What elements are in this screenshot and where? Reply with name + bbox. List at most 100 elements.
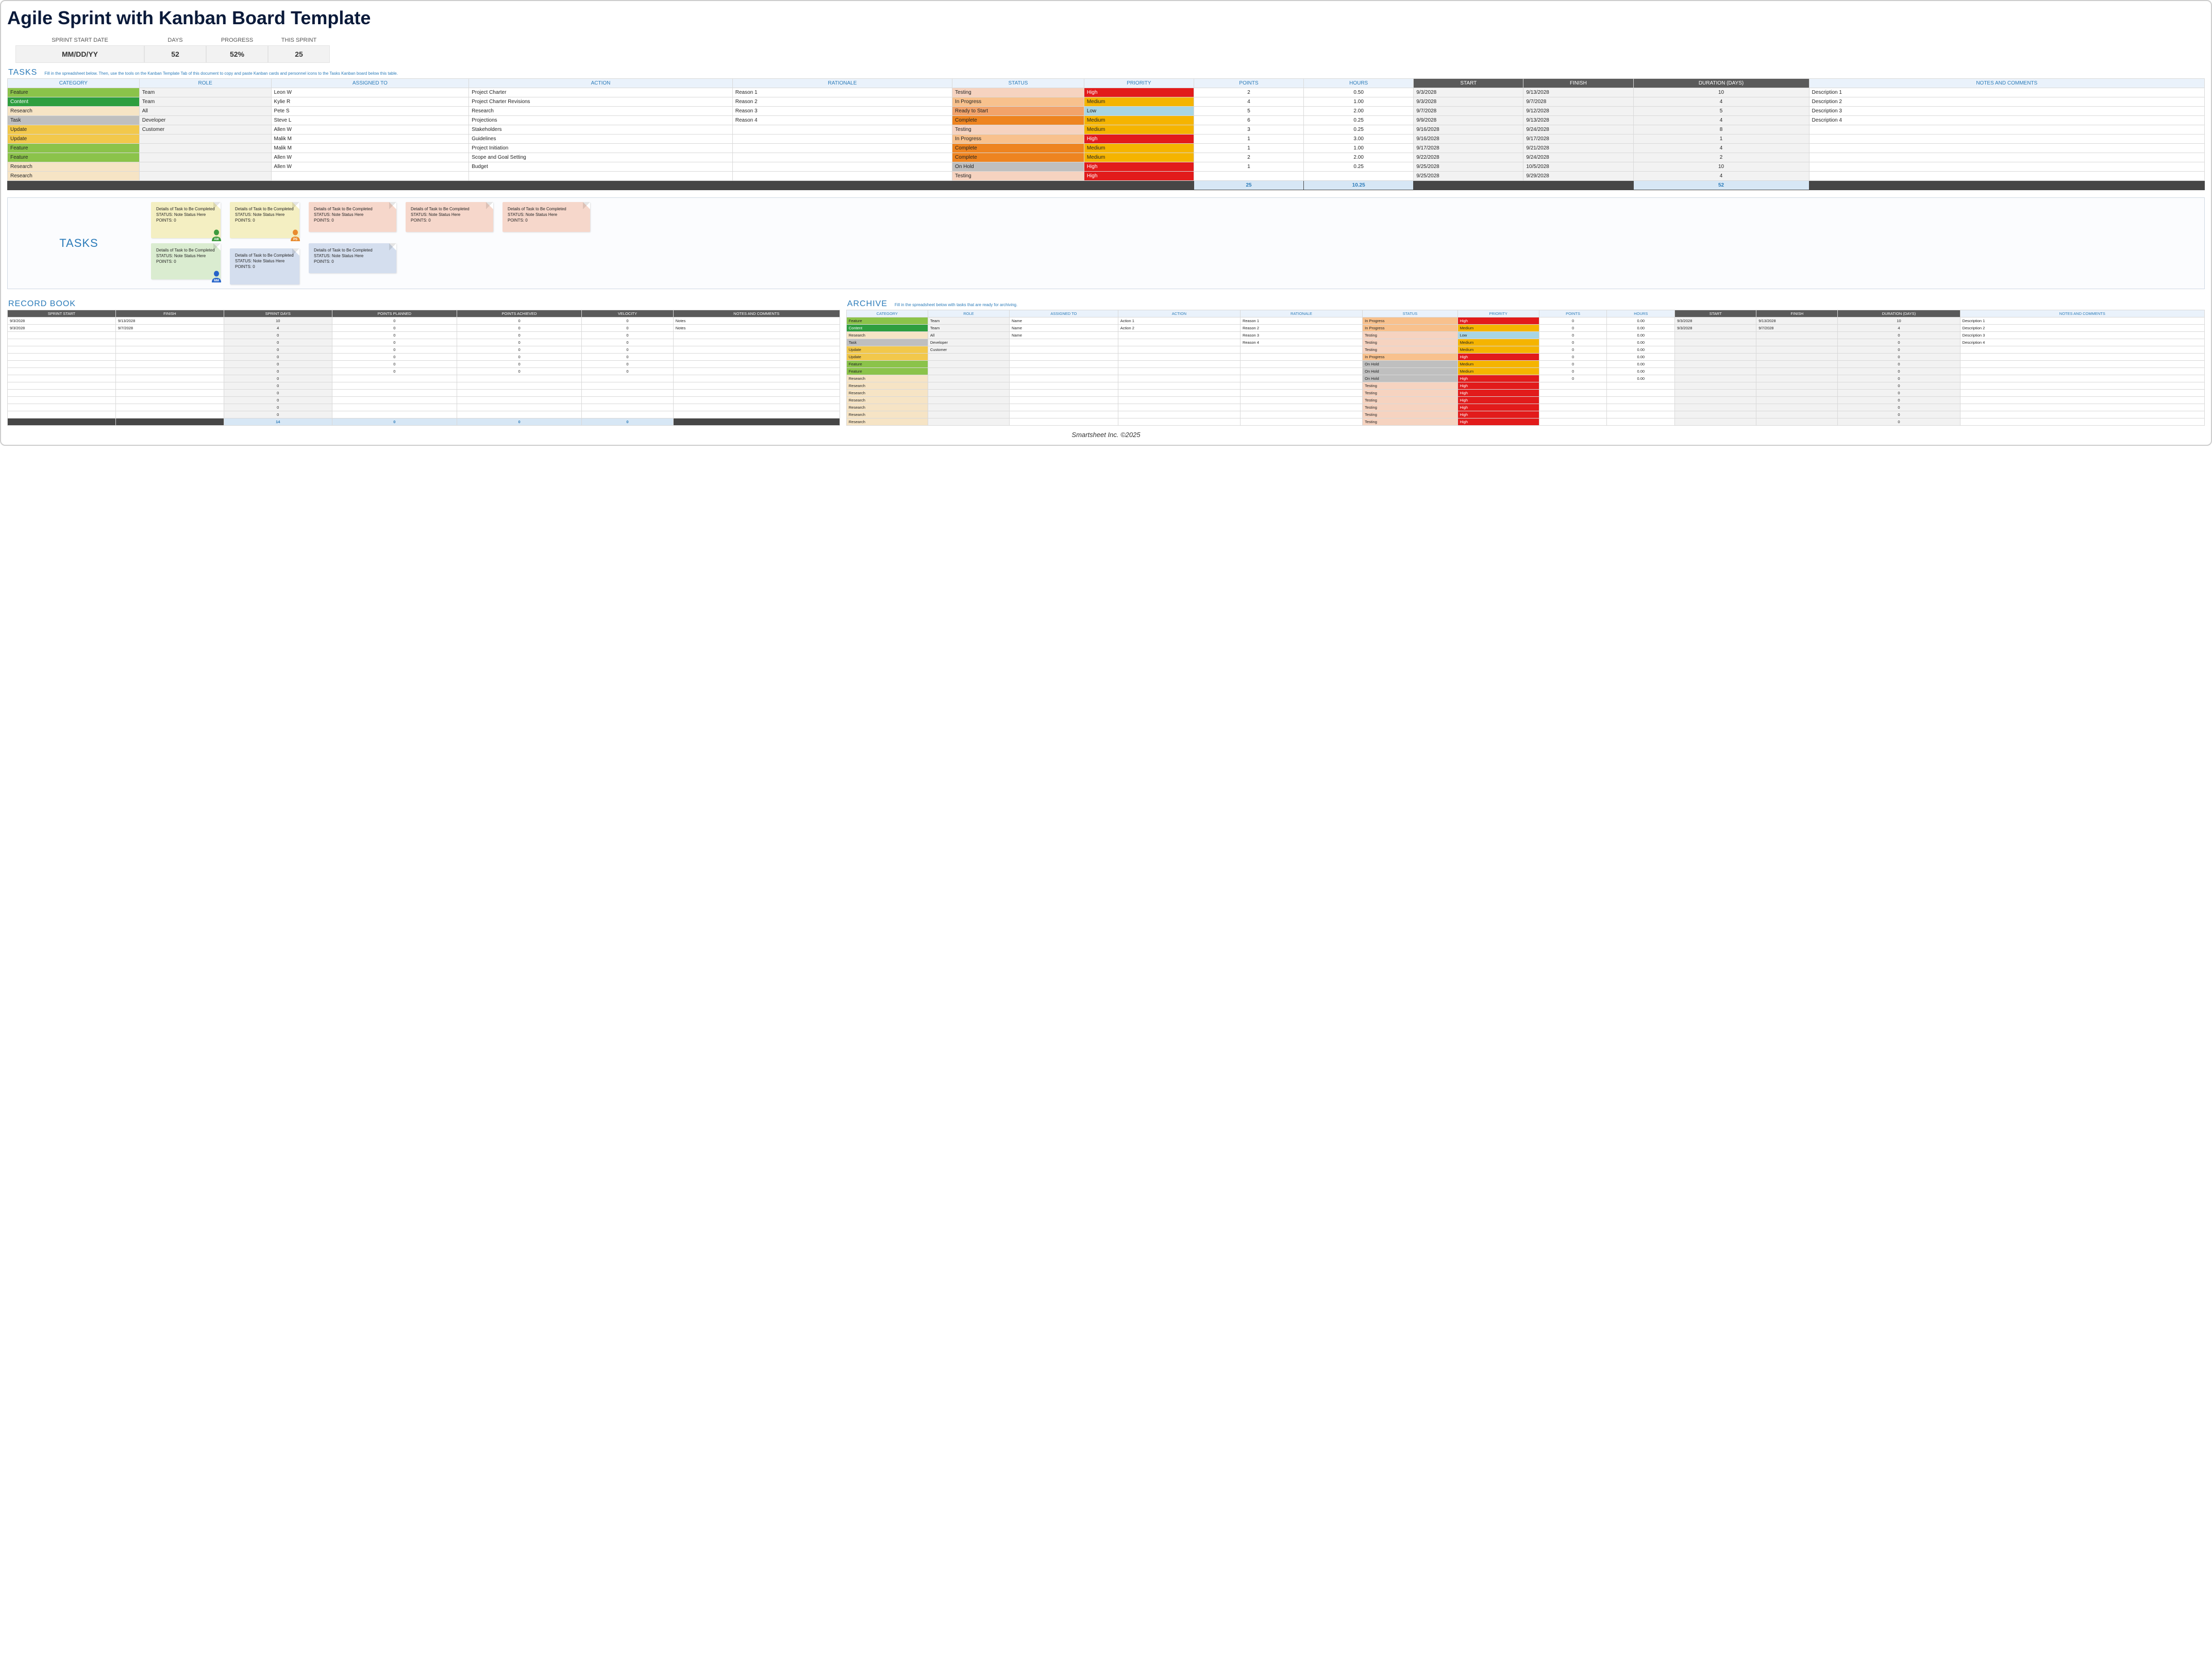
cell-rationale[interactable] bbox=[1240, 368, 1362, 375]
cell-velocity[interactable]: 0 bbox=[582, 317, 674, 325]
cell-start[interactable] bbox=[8, 375, 116, 382]
cell-hours[interactable]: 0.25 bbox=[1304, 162, 1414, 172]
cell-category[interactable]: Research bbox=[846, 404, 928, 411]
cell-planned[interactable] bbox=[332, 382, 457, 390]
cell-role[interactable] bbox=[928, 368, 1009, 375]
table-row[interactable]: FeatureMalik MProject InitiationComplete… bbox=[8, 144, 2205, 153]
cell-action[interactable] bbox=[1118, 346, 1240, 354]
cell-start[interactable]: 9/16/2028 bbox=[1414, 125, 1523, 135]
cell-category[interactable]: Research bbox=[846, 375, 928, 382]
cell-notes[interactable] bbox=[673, 346, 840, 354]
cell-action[interactable] bbox=[1118, 404, 1240, 411]
cell-status[interactable]: Testing bbox=[1363, 411, 1457, 418]
cell-hours[interactable] bbox=[1607, 418, 1675, 426]
cell-points[interactable]: 3 bbox=[1194, 125, 1303, 135]
cell-category[interactable]: Feature bbox=[846, 317, 928, 325]
cell-assigned[interactable] bbox=[1009, 368, 1118, 375]
cell-days[interactable]: 0 bbox=[224, 354, 332, 361]
cell-planned[interactable]: 0 bbox=[332, 368, 457, 375]
cell-duration[interactable]: 0 bbox=[1838, 346, 1960, 354]
cell-category[interactable]: Research bbox=[846, 418, 928, 426]
cell-rationale[interactable] bbox=[1240, 361, 1362, 368]
table-row[interactable]: ResearchTestingHigh0 bbox=[846, 397, 2204, 404]
cell-finish[interactable] bbox=[1756, 332, 1838, 339]
cell-action[interactable]: Action 2 bbox=[1118, 325, 1240, 332]
cell-rationale[interactable] bbox=[1240, 390, 1362, 397]
cell-duration[interactable]: 1 bbox=[1633, 135, 1809, 144]
cell-finish[interactable] bbox=[115, 411, 224, 418]
cell-priority[interactable]: Medium bbox=[1084, 125, 1194, 135]
cell-duration[interactable]: 4 bbox=[1633, 116, 1809, 125]
cell-start[interactable]: 9/7/2028 bbox=[1414, 107, 1523, 116]
record-book-table[interactable]: SPRINT START FINISH SPRINT DAYS POINTS P… bbox=[7, 310, 840, 426]
cell-duration[interactable]: 10 bbox=[1633, 162, 1809, 172]
cell-finish[interactable] bbox=[1756, 418, 1838, 426]
cell-finish[interactable] bbox=[1756, 361, 1838, 368]
cell-rationale[interactable] bbox=[1240, 346, 1362, 354]
cell-status[interactable]: Testing bbox=[1363, 390, 1457, 397]
cell-priority[interactable]: High bbox=[1457, 397, 1539, 404]
table-row[interactable]: 0000 bbox=[8, 332, 840, 339]
cell-finish[interactable] bbox=[1756, 404, 1838, 411]
cell-notes[interactable] bbox=[1809, 125, 2204, 135]
table-row[interactable]: 0000 bbox=[8, 368, 840, 375]
cell-duration[interactable]: 0 bbox=[1838, 375, 1960, 382]
cell-start[interactable] bbox=[1675, 339, 1756, 346]
cell-priority[interactable]: Medium bbox=[1084, 116, 1194, 125]
cell-velocity[interactable]: 0 bbox=[582, 346, 674, 354]
cell-days[interactable]: 0 bbox=[224, 361, 332, 368]
cell-action[interactable] bbox=[1118, 361, 1240, 368]
cell-velocity[interactable] bbox=[582, 382, 674, 390]
cell-velocity[interactable] bbox=[582, 404, 674, 411]
cell-notes[interactable] bbox=[1960, 354, 2204, 361]
cell-points[interactable] bbox=[1539, 418, 1607, 426]
cell-finish[interactable] bbox=[115, 375, 224, 382]
cell-finish[interactable]: 9/17/2028 bbox=[1523, 135, 1633, 144]
cell-status[interactable]: In Progress bbox=[1363, 354, 1457, 361]
cell-rationale[interactable] bbox=[732, 125, 952, 135]
cell-rationale[interactable] bbox=[1240, 382, 1362, 390]
cell-start[interactable] bbox=[8, 339, 116, 346]
cell-achieved[interactable] bbox=[457, 382, 581, 390]
cell-notes[interactable] bbox=[1960, 397, 2204, 404]
cell-action[interactable]: Project Charter Revisions bbox=[469, 97, 733, 107]
cell-finish[interactable] bbox=[1756, 397, 1838, 404]
cell-days[interactable]: 0 bbox=[224, 404, 332, 411]
cell-start[interactable]: 9/22/2028 bbox=[1414, 153, 1523, 162]
cell-hours[interactable]: 3.00 bbox=[1304, 135, 1414, 144]
kanban-card[interactable]: Details of Task to Be Completed STATUS: … bbox=[502, 202, 590, 232]
cell-status[interactable]: Testing bbox=[952, 172, 1084, 181]
cell-action[interactable] bbox=[1118, 382, 1240, 390]
cell-planned[interactable]: 0 bbox=[332, 361, 457, 368]
cell-points[interactable]: 0 bbox=[1539, 332, 1607, 339]
cell-achieved[interactable]: 0 bbox=[457, 354, 581, 361]
summary-start-value[interactable]: MM/DD/YY bbox=[15, 45, 144, 63]
table-row[interactable]: 0 bbox=[8, 411, 840, 418]
cell-assigned[interactable] bbox=[1009, 339, 1118, 346]
cell-notes[interactable] bbox=[1960, 418, 2204, 426]
table-row[interactable]: 0000 bbox=[8, 354, 840, 361]
cell-notes[interactable]: Description 1 bbox=[1809, 88, 2204, 97]
cell-start[interactable] bbox=[8, 390, 116, 397]
cell-achieved[interactable]: 0 bbox=[457, 346, 581, 354]
cell-category[interactable]: Research bbox=[846, 332, 928, 339]
cell-role[interactable]: Team bbox=[139, 88, 271, 97]
cell-days[interactable]: 0 bbox=[224, 368, 332, 375]
table-row[interactable]: ResearchAllPete SResearchReason 3Ready t… bbox=[8, 107, 2205, 116]
cell-duration[interactable]: 8 bbox=[1633, 125, 1809, 135]
cell-hours[interactable] bbox=[1607, 404, 1675, 411]
cell-start[interactable] bbox=[8, 404, 116, 411]
cell-priority[interactable]: Medium bbox=[1084, 153, 1194, 162]
cell-action[interactable]: Project Charter bbox=[469, 88, 733, 97]
table-row[interactable]: 0 bbox=[8, 382, 840, 390]
cell-priority[interactable]: High bbox=[1457, 390, 1539, 397]
cell-status[interactable]: On Hold bbox=[1363, 368, 1457, 375]
cell-points[interactable]: 0 bbox=[1539, 368, 1607, 375]
cell-hours[interactable] bbox=[1607, 397, 1675, 404]
cell-action[interactable] bbox=[1118, 368, 1240, 375]
cell-finish[interactable] bbox=[115, 397, 224, 404]
cell-role[interactable] bbox=[928, 411, 1009, 418]
cell-rationale[interactable] bbox=[1240, 411, 1362, 418]
table-row[interactable]: ContentTeamNameAction 2Reason 2In Progre… bbox=[846, 325, 2204, 332]
cell-action[interactable] bbox=[469, 172, 733, 181]
